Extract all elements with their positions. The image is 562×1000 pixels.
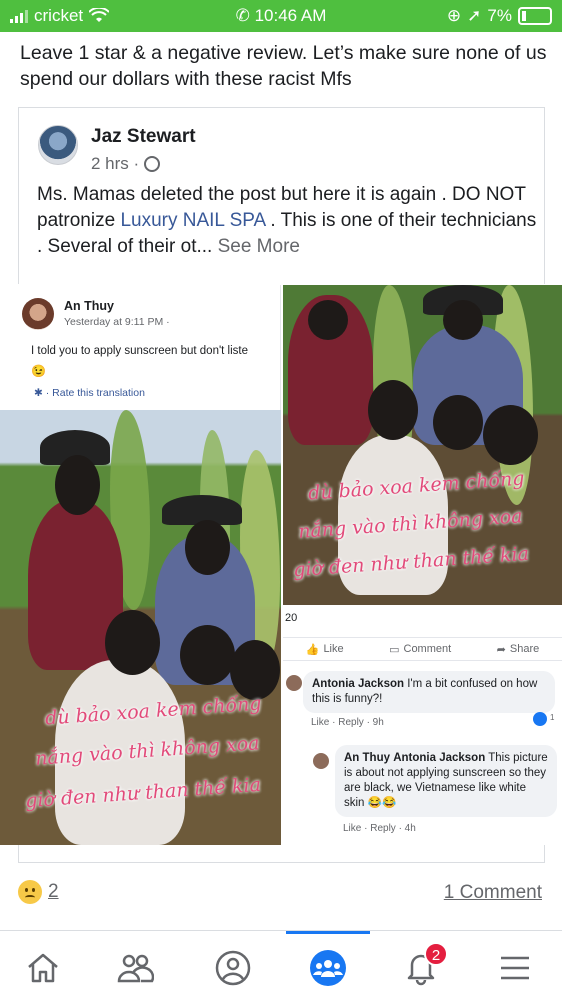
group-photo: dù bảo xoa kem chống nắng vào thì không … bbox=[283, 285, 562, 605]
home-icon bbox=[28, 953, 58, 983]
location-icon: ➚ bbox=[467, 6, 482, 25]
comment-author[interactable]: Antonia Jackson bbox=[312, 678, 404, 690]
nav-menu[interactable] bbox=[492, 945, 538, 991]
post-text: Leave 1 star & a negative review. Let’s … bbox=[20, 42, 547, 90]
share-button[interactable]: ➦ Share bbox=[497, 643, 540, 656]
battery-icon bbox=[518, 7, 552, 25]
screenshot-left[interactable]: An Thuy Yesterday at 9:11 PM · I told yo… bbox=[0, 285, 281, 845]
share-icon: ➦ bbox=[496, 643, 506, 656]
friends-icon bbox=[117, 954, 154, 983]
comment-button[interactable]: ▭ Comment bbox=[389, 643, 451, 656]
clock-time: 10:46 AM bbox=[254, 6, 327, 25]
see-more-link[interactable]: See More bbox=[218, 236, 300, 257]
business-link[interactable]: Luxury NAIL SPA bbox=[120, 210, 265, 231]
battery-info: ⊕ ➚ 7% bbox=[447, 6, 552, 26]
nav-profile[interactable] bbox=[210, 945, 256, 991]
shared-post-time-text: 2 hrs · bbox=[91, 154, 140, 173]
comment-meta[interactable]: Like · Reply · 9h bbox=[311, 717, 384, 728]
group-photo: dù bảo xoa kem chống nắng vào thì không … bbox=[0, 410, 281, 845]
screenshot-author: An Thuy bbox=[64, 299, 114, 313]
share-label: Share bbox=[509, 643, 540, 655]
battery-percent: 7% bbox=[487, 6, 512, 25]
comments-count[interactable]: 1 Comment bbox=[444, 882, 542, 904]
active-tab-indicator bbox=[286, 931, 370, 934]
gear-icon: ✱ bbox=[34, 387, 43, 399]
reply-author[interactable]: An Thuy bbox=[344, 752, 390, 764]
thumbs-up-icon: 👍 bbox=[305, 643, 320, 656]
status-bar: cricket ✆ 10:46 AM ⊕ ➚ 7% bbox=[0, 0, 562, 32]
shared-post-time: 2 hrs · bbox=[91, 154, 161, 174]
rate-translation-text: · Rate this translation bbox=[45, 387, 145, 399]
shared-post-body: Ms. Mamas deleted the post but here it i… bbox=[37, 182, 537, 260]
lock-rotation-icon: ⊕ bbox=[446, 6, 462, 25]
avatar bbox=[313, 753, 329, 769]
action-bar: 👍 Like ▭ Comment ➦ Share bbox=[283, 637, 562, 661]
reply-mention[interactable]: Antonia Jackson bbox=[393, 752, 485, 764]
avatar bbox=[286, 675, 302, 691]
screenshot-right[interactable]: dù bảo xoa kem chống nắng vào thì không … bbox=[283, 285, 562, 845]
reactions-summary[interactable]: 2 bbox=[18, 880, 59, 904]
nav-groups[interactable] bbox=[305, 945, 351, 991]
like-label: Like bbox=[323, 643, 344, 655]
notification-badge: 2 bbox=[424, 942, 448, 966]
reaction-count[interactable]: 2 bbox=[48, 881, 59, 903]
like-button[interactable]: 👍 Like bbox=[306, 643, 344, 656]
menu-icon bbox=[501, 956, 529, 980]
photo-collage[interactable]: An Thuy Yesterday at 9:11 PM · I told yo… bbox=[0, 285, 562, 845]
comment-bubble: Antonia Jackson I'm a bit confused on ho… bbox=[303, 671, 555, 713]
shared-post-author[interactable]: Jaz Stewart bbox=[91, 126, 196, 148]
profile-icon bbox=[215, 950, 251, 986]
avatar[interactable] bbox=[38, 125, 78, 165]
globe-icon bbox=[144, 156, 161, 172]
wink-emoji: 😉 bbox=[31, 364, 46, 378]
card-border bbox=[18, 845, 545, 863]
screenshot-time: Yesterday at 9:11 PM · bbox=[64, 316, 170, 328]
groups-icon bbox=[310, 950, 346, 986]
avatar bbox=[22, 298, 54, 330]
sad-reaction-icon bbox=[18, 880, 42, 904]
comment-reaction-count: 1 bbox=[550, 713, 555, 722]
comment-icon: ▭ bbox=[389, 643, 400, 656]
reply-meta[interactable]: Like · Reply · 4h bbox=[343, 823, 416, 834]
bottom-nav bbox=[0, 930, 562, 1000]
reaction-count: 20 bbox=[285, 612, 298, 624]
comment-label: Comment bbox=[403, 643, 452, 655]
like-reaction-icon bbox=[533, 712, 547, 726]
nav-friends[interactable] bbox=[112, 945, 158, 991]
nav-home[interactable] bbox=[20, 945, 66, 991]
shared-post-card[interactable]: Jaz Stewart 2 hrs · Ms. Mamas deleted th… bbox=[18, 107, 545, 284]
rate-translation: ✱ · Rate this translation bbox=[34, 387, 145, 399]
reply-bubble: An Thuy Antonia Jackson This picture is … bbox=[335, 745, 557, 817]
phone-icon: ✆ bbox=[235, 6, 250, 25]
screenshot-text: I told you to apply sunscreen but don't … bbox=[31, 345, 248, 357]
